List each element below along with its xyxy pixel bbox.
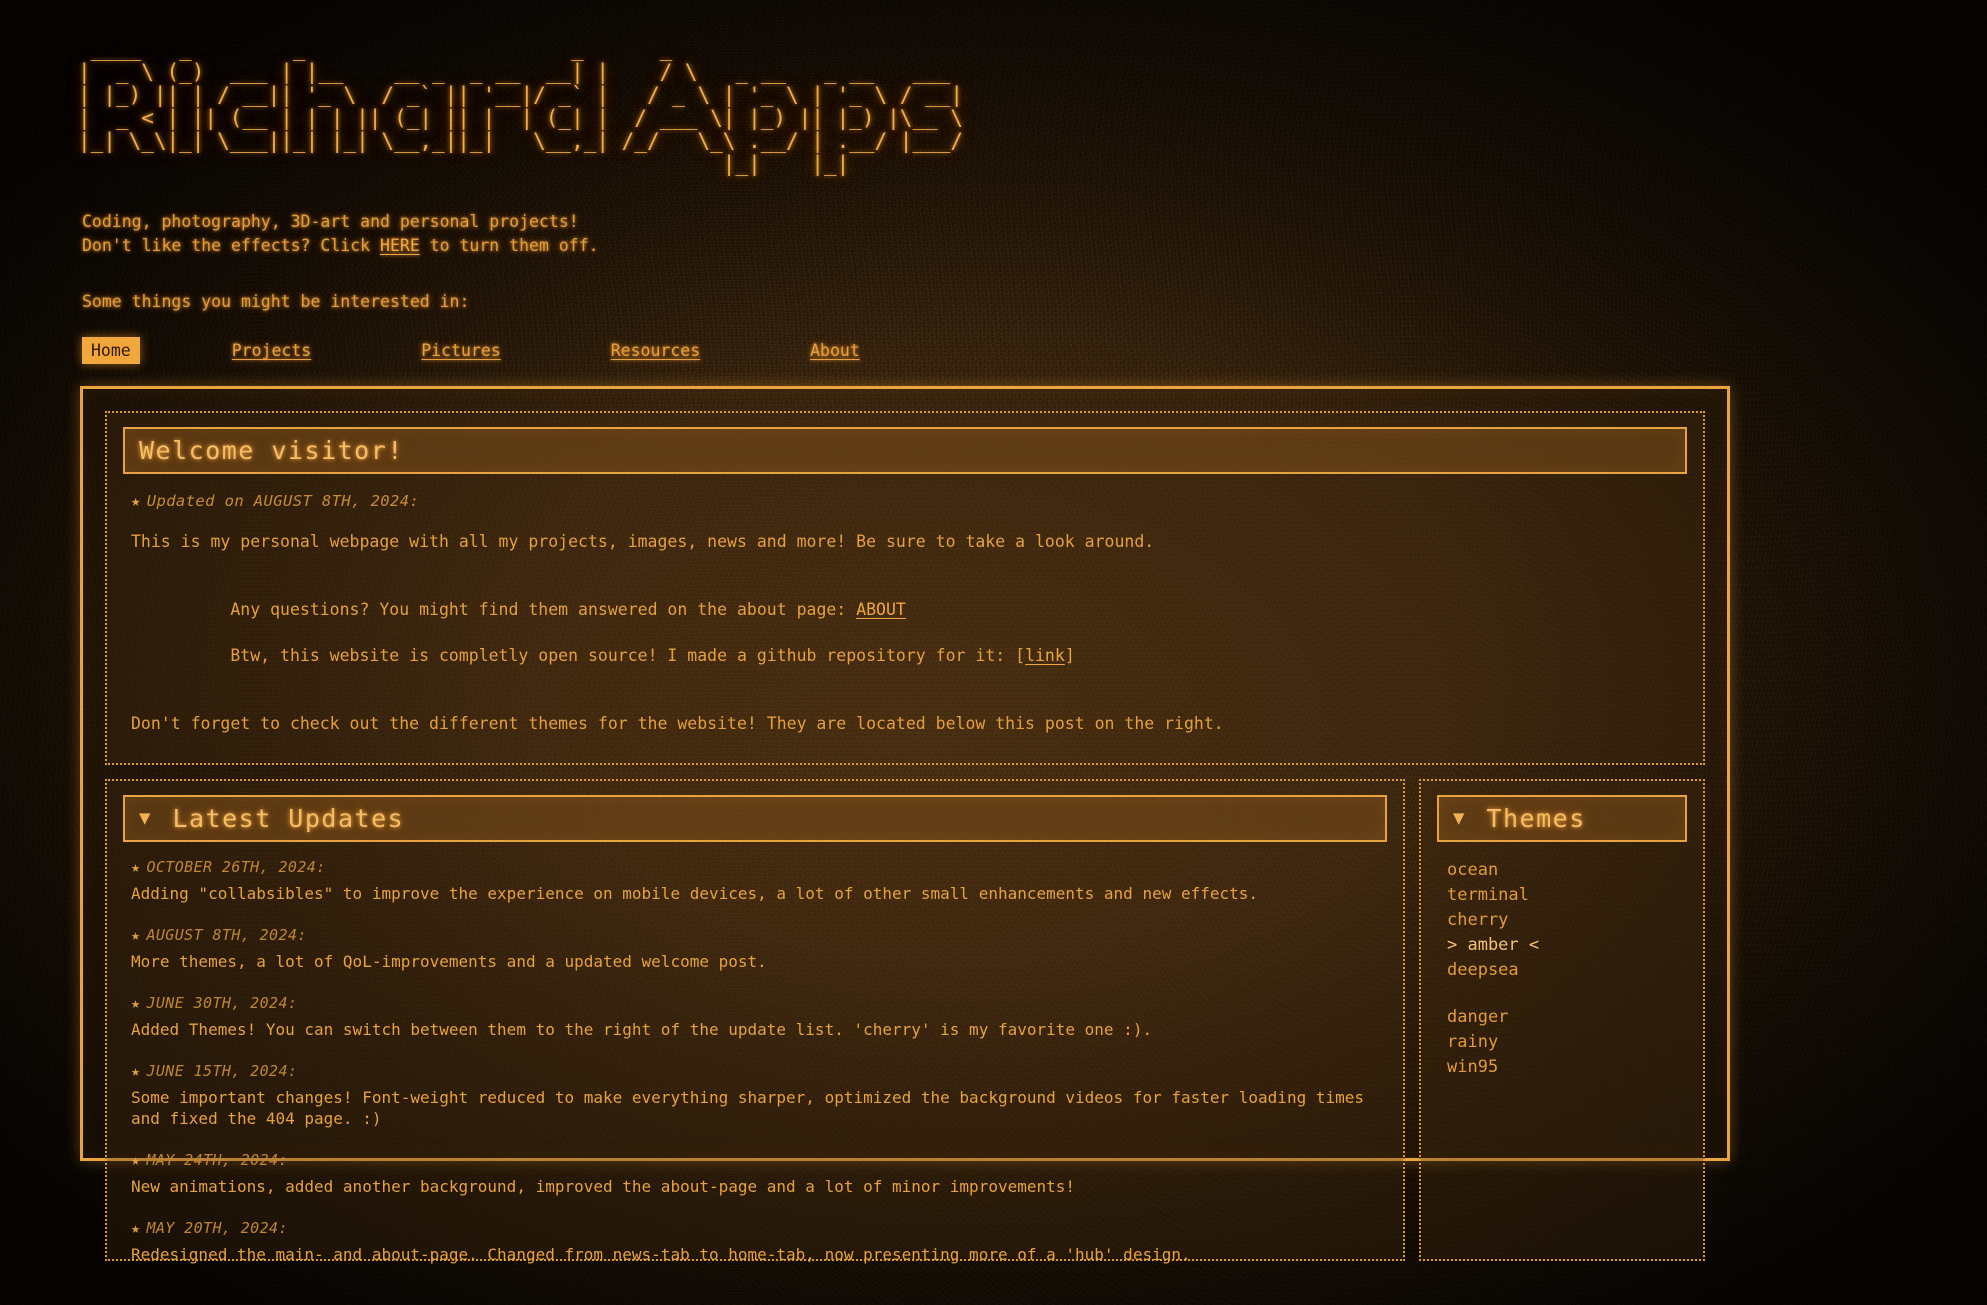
welcome-paragraph-4: Don't forget to check out the different … — [131, 714, 1224, 733]
latest-updates-panel: ▼ Latest Updates ★ OCTOBER 26TH, 2024: Ad… — [105, 779, 1405, 1264]
update-text: New animations, added another background… — [131, 1177, 1076, 1196]
update-date: ★ MAY 20TH, 2024: — [131, 1219, 1379, 1237]
nav-item-pictures[interactable]: Pictures — [415, 337, 506, 364]
update-entry: ★ JUNE 30TH, 2024: Added Themes! You can … — [131, 994, 1379, 1040]
theme-option-danger[interactable]: danger — [1447, 1005, 1681, 1030]
star-icon: ★ — [131, 926, 141, 944]
intro-line-2-suffix: to turn them off. — [419, 236, 599, 255]
star-icon: ★ — [131, 1219, 141, 1237]
themes-group-divider — [1447, 983, 1681, 1005]
about-page-link[interactable]: ABOUT — [856, 600, 906, 619]
update-date: ★ JUNE 30TH, 2024: — [131, 994, 1379, 1012]
theme-option-deepsea[interactable]: deepsea — [1447, 958, 1681, 983]
welcome-body: ★ Updated on AUGUST 8TH, 2024: This is my… — [123, 474, 1687, 745]
themes-header-bar[interactable]: ▼ Themes — [1437, 795, 1687, 842]
nav-item-home[interactable]: Home — [82, 337, 140, 364]
latest-updates-title: Latest Updates — [172, 804, 405, 833]
welcome-paragraph-2-group: Any questions? You might find them answe… — [131, 575, 1679, 690]
welcome-paragraph-3-suffix: ] — [1064, 646, 1075, 665]
star-icon: ★ — [131, 492, 141, 510]
welcome-panel: Welcome visitor! ★ Updated on AUGUST 8TH,… — [105, 411, 1705, 765]
update-date: ★ AUGUST 8TH, 2024: — [131, 926, 1379, 944]
update-text: Added Themes! You can switch between the… — [131, 1020, 1153, 1039]
welcome-paragraph-3-prefix: Btw, this website is completly open sour… — [230, 646, 1026, 665]
update-entry: ★ MAY 24TH, 2024: New animations, added a… — [131, 1151, 1379, 1197]
page-root: ____ _ _ _ _ | _ \ (_) ___ | |__ __ _ _ … — [0, 0, 1987, 1305]
update-date: ★ MAY 24TH, 2024: — [131, 1151, 1379, 1169]
star-icon: ★ — [131, 1151, 141, 1169]
intro-line-2-prefix: Don't like the effects? Click — [82, 236, 381, 255]
update-entry: ★ AUGUST 8TH, 2024: More themes, a lot of… — [131, 926, 1379, 972]
update-text: Adding "collabsibles" to improve the exp… — [131, 884, 1259, 903]
intro-line-1: Coding, photography, 3D-art and personal… — [82, 212, 579, 231]
welcome-paragraph-2: Any questions? You might find them answe… — [230, 600, 857, 619]
update-date: ★ OCTOBER 26TH, 2024: — [131, 858, 1379, 876]
welcome-updated-stamp: ★ Updated on AUGUST 8TH, 2024: — [131, 492, 1679, 510]
lower-content-row: ▼ Latest Updates ★ OCTOBER 26TH, 2024: Ad… — [105, 779, 1705, 1264]
theme-option-terminal[interactable]: terminal — [1447, 883, 1681, 908]
update-entry: ★ JUNE 15TH, 2024: Some important changes… — [131, 1062, 1379, 1129]
update-text: Some important changes! Font-weight redu… — [131, 1088, 1364, 1128]
latest-updates-header-bar[interactable]: ▼ Latest Updates — [123, 795, 1387, 842]
intro-text-block: Coding, photography, 3D-art and personal… — [82, 210, 1947, 258]
theme-option-cherry[interactable]: cherry — [1447, 908, 1681, 933]
theme-option-rainy[interactable]: rainy — [1447, 1030, 1681, 1055]
nav-item-projects[interactable]: Projects — [226, 337, 317, 364]
theme-option-ocean[interactable]: ocean — [1447, 858, 1681, 883]
welcome-title: Welcome visitor! — [139, 436, 404, 465]
github-repo-link[interactable]: link — [1025, 646, 1065, 665]
update-date-text: MAY 24TH, 2024: — [146, 1151, 288, 1169]
welcome-header-bar: Welcome visitor! — [123, 427, 1687, 474]
main-navigation: Home Projects Pictures Resources About — [82, 337, 1947, 364]
welcome-updated-label: Updated on AUGUST 8TH, 2024: — [146, 492, 420, 510]
themes-list: ocean terminal cherry > amber < deepsea … — [1437, 842, 1687, 1080]
theme-option-win95[interactable]: win95 — [1447, 1055, 1681, 1080]
update-date-text: OCTOBER 26TH, 2024: — [146, 858, 326, 876]
interest-heading: Some things you might be interested in: — [82, 292, 470, 311]
site-logo-ascii: ____ _ _ _ _ | _ \ (_) ___ | |__ __ _ _ … — [78, 37, 964, 176]
star-icon: ★ — [131, 1062, 141, 1080]
content-frame: Welcome visitor! ★ Updated on AUGUST 8TH,… — [80, 386, 1730, 1264]
nav-item-resources[interactable]: Resources — [605, 337, 706, 364]
update-date-text: JUNE 30TH, 2024: — [146, 994, 298, 1012]
themes-title: Themes — [1486, 804, 1586, 833]
themes-panel: ▼ Themes ocean terminal cherry > amber <… — [1419, 779, 1705, 1261]
chevron-down-icon: ▼ — [139, 807, 151, 829]
star-icon: ★ — [131, 858, 141, 876]
update-date-text: JUNE 15TH, 2024: — [146, 1062, 298, 1080]
update-entry: ★ MAY 20TH, 2024: Redesigned the main- an… — [131, 1219, 1379, 1265]
update-date: ★ JUNE 15TH, 2024: — [131, 1062, 1379, 1080]
update-date-text: AUGUST 8TH, 2024: — [146, 926, 307, 944]
update-date-text: MAY 20TH, 2024: — [146, 1219, 288, 1237]
updates-list: ★ OCTOBER 26TH, 2024: Adding "collabsible… — [123, 842, 1387, 1265]
update-entry: ★ OCTOBER 26TH, 2024: Adding "collabsible… — [131, 858, 1379, 904]
nav-item-about[interactable]: About — [804, 337, 866, 364]
chevron-down-icon: ▼ — [1453, 807, 1465, 829]
intro-line-2: Don't like the effects? Click HERE to tu… — [82, 234, 1947, 258]
update-text: More themes, a lot of QoL-improvements a… — [131, 952, 767, 971]
disable-effects-link[interactable]: HERE — [380, 236, 420, 255]
update-text: Redesigned the main- and about-page. Cha… — [131, 1245, 1191, 1264]
welcome-paragraph-1: This is my personal webpage with all my … — [131, 532, 1155, 551]
theme-option-amber[interactable]: > amber < — [1447, 933, 1681, 958]
star-icon: ★ — [131, 994, 141, 1012]
